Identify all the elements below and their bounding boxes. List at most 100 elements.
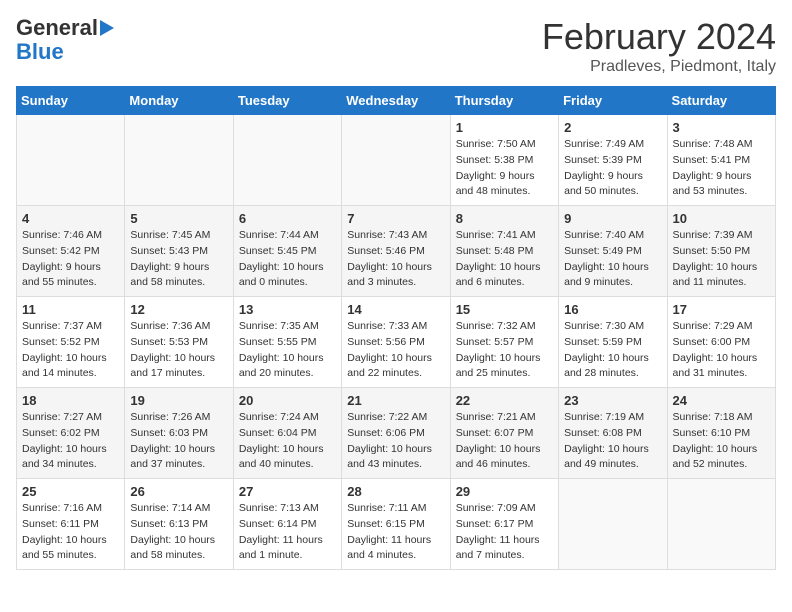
- day-info: Sunrise: 7:43 AMSunset: 5:46 PMDaylight:…: [347, 228, 444, 291]
- calendar-cell: 5 Sunrise: 7:45 AMSunset: 5:43 PMDaylight…: [125, 206, 233, 297]
- calendar-cell: 16Sunrise: 7:30 AMSunset: 5:59 PMDayligh…: [559, 297, 667, 388]
- day-number: 1: [456, 120, 553, 135]
- day-number: 6: [239, 211, 336, 226]
- logo-text-blue: Blue: [16, 40, 64, 64]
- day-number: 18: [22, 393, 119, 408]
- day-number: 26: [130, 484, 227, 499]
- calendar-cell: 25 Sunrise: 7:16 AMSunset: 6:11 PMDayligh…: [17, 479, 125, 570]
- calendar-cell: 11 Sunrise: 7:37 AMSunset: 5:52 PMDayligh…: [17, 297, 125, 388]
- day-number: 25: [22, 484, 119, 499]
- day-info: Sunrise: 7:18 AMSunset: 6:10 PMDaylight:…: [673, 410, 770, 473]
- calendar-cell: 24 Sunrise: 7:18 AMSunset: 6:10 PMDayligh…: [667, 388, 775, 479]
- day-number: 11: [22, 302, 119, 317]
- calendar-cell: [125, 115, 233, 206]
- calendar-cell: 1 Sunrise: 7:50 AMSunset: 5:38 PMDaylight…: [450, 115, 558, 206]
- header-tuesday: Tuesday: [233, 87, 341, 115]
- calendar-cell: 12 Sunrise: 7:36 AMSunset: 5:53 PMDayligh…: [125, 297, 233, 388]
- day-info: Sunrise: 7:41 AMSunset: 5:48 PMDaylight:…: [456, 228, 553, 291]
- calendar-cell: 9 Sunrise: 7:40 AMSunset: 5:49 PMDaylight…: [559, 206, 667, 297]
- header-thursday: Thursday: [450, 87, 558, 115]
- header-monday: Monday: [125, 87, 233, 115]
- day-info: Sunrise: 7:49 AMSunset: 5:39 PMDaylight:…: [564, 137, 661, 200]
- day-number: 13: [239, 302, 336, 317]
- logo-arrow-icon: [100, 20, 114, 36]
- day-info: Sunrise: 7:45 AMSunset: 5:43 PMDaylight:…: [130, 228, 227, 291]
- calendar-cell: 7 Sunrise: 7:43 AMSunset: 5:46 PMDaylight…: [342, 206, 450, 297]
- day-number: 23: [564, 393, 661, 408]
- day-info: Sunrise: 7:13 AMSunset: 6:14 PMDaylight:…: [239, 501, 336, 564]
- day-info: Sunrise: 7:29 AMSunset: 6:00 PMDaylight:…: [673, 319, 770, 382]
- calendar-cell: 23Sunrise: 7:19 AMSunset: 6:08 PMDayligh…: [559, 388, 667, 479]
- day-info: Sunrise: 7:26 AMSunset: 6:03 PMDaylight:…: [130, 410, 227, 473]
- day-number: 10: [673, 211, 770, 226]
- location-title: Pradleves, Piedmont, Italy: [542, 58, 776, 76]
- calendar-cell: 6 Sunrise: 7:44 AMSunset: 5:45 PMDaylight…: [233, 206, 341, 297]
- day-number: 29: [456, 484, 553, 499]
- day-info: Sunrise: 7:09 AMSunset: 6:17 PMDaylight:…: [456, 501, 553, 564]
- day-info: Sunrise: 7:46 AMSunset: 5:42 PMDaylight:…: [22, 228, 119, 291]
- day-number: 21: [347, 393, 444, 408]
- day-info: Sunrise: 7:40 AMSunset: 5:49 PMDaylight:…: [564, 228, 661, 291]
- day-info: Sunrise: 7:16 AMSunset: 6:11 PMDaylight:…: [22, 501, 119, 564]
- header-saturday: Saturday: [667, 87, 775, 115]
- day-info: Sunrise: 7:36 AMSunset: 5:53 PMDaylight:…: [130, 319, 227, 382]
- day-info: Sunrise: 7:50 AMSunset: 5:38 PMDaylight:…: [456, 137, 553, 200]
- calendar-cell: 3 Sunrise: 7:48 AMSunset: 5:41 PMDaylight…: [667, 115, 775, 206]
- day-number: 4: [22, 211, 119, 226]
- day-number: 17: [673, 302, 770, 317]
- day-number: 14: [347, 302, 444, 317]
- calendar-cell: 29 Sunrise: 7:09 AMSunset: 6:17 PMDayligh…: [450, 479, 558, 570]
- calendar-cell: 28 Sunrise: 7:11 AMSunset: 6:15 PMDayligh…: [342, 479, 450, 570]
- calendar-cell: 14Sunrise: 7:33 AMSunset: 5:56 PMDayligh…: [342, 297, 450, 388]
- calendar-cell: 17 Sunrise: 7:29 AMSunset: 6:00 PMDayligh…: [667, 297, 775, 388]
- day-info: Sunrise: 7:30 AMSunset: 5:59 PMDaylight:…: [564, 319, 661, 382]
- day-info: Sunrise: 7:37 AMSunset: 5:52 PMDaylight:…: [22, 319, 119, 382]
- day-number: 28: [347, 484, 444, 499]
- day-info: Sunrise: 7:11 AMSunset: 6:15 PMDaylight:…: [347, 501, 444, 564]
- calendar-cell: [17, 115, 125, 206]
- day-number: 3: [673, 120, 770, 135]
- header-sunday: Sunday: [17, 87, 125, 115]
- calendar-cell: 19 Sunrise: 7:26 AMSunset: 6:03 PMDayligh…: [125, 388, 233, 479]
- week-row-4: 25 Sunrise: 7:16 AMSunset: 6:11 PMDayligh…: [17, 479, 776, 570]
- day-number: 15: [456, 302, 553, 317]
- week-row-1: 4 Sunrise: 7:46 AMSunset: 5:42 PMDaylight…: [17, 206, 776, 297]
- calendar-cell: 21Sunrise: 7:22 AMSunset: 6:06 PMDayligh…: [342, 388, 450, 479]
- calendar-cell: 15 Sunrise: 7:32 AMSunset: 5:57 PMDayligh…: [450, 297, 558, 388]
- day-info: Sunrise: 7:48 AMSunset: 5:41 PMDaylight:…: [673, 137, 770, 200]
- day-info: Sunrise: 7:35 AMSunset: 5:55 PMDaylight:…: [239, 319, 336, 382]
- calendar-cell: 13 Sunrise: 7:35 AMSunset: 5:55 PMDayligh…: [233, 297, 341, 388]
- day-info: Sunrise: 7:44 AMSunset: 5:45 PMDaylight:…: [239, 228, 336, 291]
- calendar-cell: 20Sunrise: 7:24 AMSunset: 6:04 PMDayligh…: [233, 388, 341, 479]
- logo: General Blue: [16, 16, 114, 64]
- day-number: 12: [130, 302, 227, 317]
- week-row-3: 18Sunrise: 7:27 AMSunset: 6:02 PMDayligh…: [17, 388, 776, 479]
- day-number: 5: [130, 211, 227, 226]
- calendar-cell: [667, 479, 775, 570]
- calendar-cell: 10Sunrise: 7:39 AMSunset: 5:50 PMDayligh…: [667, 206, 775, 297]
- day-number: 19: [130, 393, 227, 408]
- day-info: Sunrise: 7:14 AMSunset: 6:13 PMDaylight:…: [130, 501, 227, 564]
- header: General Blue February 2024 Pradleves, Pi…: [16, 16, 776, 76]
- day-info: Sunrise: 7:32 AMSunset: 5:57 PMDaylight:…: [456, 319, 553, 382]
- calendar-cell: 2 Sunrise: 7:49 AMSunset: 5:39 PMDaylight…: [559, 115, 667, 206]
- day-number: 2: [564, 120, 661, 135]
- calendar-cell: 8Sunrise: 7:41 AMSunset: 5:48 PMDaylight…: [450, 206, 558, 297]
- header-wednesday: Wednesday: [342, 87, 450, 115]
- title-section: February 2024 Pradleves, Piedmont, Italy: [542, 16, 776, 76]
- day-number: 20: [239, 393, 336, 408]
- day-number: 9: [564, 211, 661, 226]
- calendar-cell: [559, 479, 667, 570]
- calendar-table: SundayMondayTuesdayWednesdayThursdayFrid…: [16, 86, 776, 570]
- week-row-2: 11 Sunrise: 7:37 AMSunset: 5:52 PMDayligh…: [17, 297, 776, 388]
- calendar-cell: 22Sunrise: 7:21 AMSunset: 6:07 PMDayligh…: [450, 388, 558, 479]
- calendar-cell: 18Sunrise: 7:27 AMSunset: 6:02 PMDayligh…: [17, 388, 125, 479]
- day-number: 22: [456, 393, 553, 408]
- calendar-header-row: SundayMondayTuesdayWednesdayThursdayFrid…: [17, 87, 776, 115]
- header-friday: Friday: [559, 87, 667, 115]
- calendar-cell: [342, 115, 450, 206]
- calendar-cell: 4 Sunrise: 7:46 AMSunset: 5:42 PMDaylight…: [17, 206, 125, 297]
- logo-text-general: General: [16, 16, 98, 40]
- day-number: 7: [347, 211, 444, 226]
- day-number: 24: [673, 393, 770, 408]
